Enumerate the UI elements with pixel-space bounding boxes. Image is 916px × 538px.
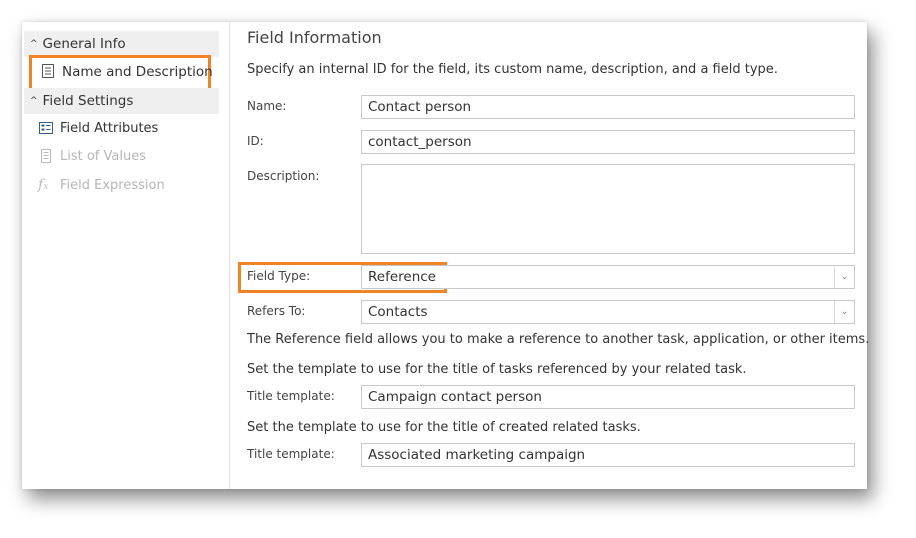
name-input[interactable]: Contact person — [361, 95, 855, 119]
field-settings-dialog: ^ General Info Name and Description ^ Fiel… — [22, 22, 870, 489]
sidebar-item-list-of-values[interactable]: List of Values — [38, 145, 146, 169]
name-label: Name: — [247, 99, 287, 113]
sidebar-group-label: Field Settings — [42, 93, 134, 109]
title-template-2-input[interactable]: Associated marketing campaign — [361, 443, 855, 467]
sidebar-group-general-info[interactable]: ^ General Info — [24, 31, 219, 57]
sidebar-item-name-and-description[interactable]: Name and Description — [40, 60, 213, 84]
list-icon — [41, 148, 51, 163]
title-template-1-label: Title template: — [247, 389, 335, 403]
sidebar-item-label: Field Expression — [60, 178, 165, 193]
refers-to-value: Contacts — [368, 304, 428, 320]
template-note-2: Set the template to use for the title of… — [247, 420, 641, 435]
field-type-select[interactable]: Reference ⌄ — [361, 265, 855, 289]
title-template-1-input[interactable]: Campaign contact person — [361, 385, 855, 409]
intro-text: Specify an internal ID for the field, it… — [247, 62, 778, 77]
caret-up-icon: ^ — [30, 39, 38, 49]
section-title: Field Information — [247, 28, 382, 47]
document-icon — [42, 64, 54, 78]
refers-to-select[interactable]: Contacts ⌄ — [361, 300, 855, 324]
refers-to-label: Refers To: — [247, 304, 306, 318]
chevron-down-icon[interactable]: ⌄ — [834, 266, 854, 288]
sidebar: ^ General Info Name and Description ^ Fiel… — [22, 22, 230, 489]
sidebar-item-field-expression[interactable]: fx Field Expression — [38, 174, 165, 198]
sidebar-group-label: General Info — [42, 36, 126, 52]
sidebar-group-field-settings[interactable]: ^ Field Settings — [24, 88, 219, 114]
reference-note: The Reference field allows you to make a… — [247, 332, 870, 347]
function-icon: fx — [38, 176, 49, 193]
chevron-down-icon[interactable]: ⌄ — [834, 301, 854, 323]
description-label: Description: — [247, 169, 320, 183]
description-textarea[interactable] — [361, 164, 855, 254]
sidebar-item-field-attributes[interactable]: Field Attributes — [38, 117, 158, 141]
template-note-1: Set the template to use for the title of… — [247, 362, 747, 377]
id-label: ID: — [247, 134, 264, 148]
field-type-label: Field Type: — [247, 269, 311, 283]
sidebar-item-label: Field Attributes — [60, 121, 159, 136]
attributes-icon — [39, 121, 53, 134]
sidebar-item-label: List of Values — [60, 149, 146, 164]
sidebar-item-label: Name and Description — [62, 64, 213, 80]
caret-up-icon: ^ — [30, 96, 38, 106]
title-template-2-label: Title template: — [247, 447, 335, 461]
field-type-value: Reference — [368, 269, 436, 285]
id-input[interactable]: contact_person — [361, 130, 855, 154]
main-panel: Field Information Specify an internal ID… — [230, 22, 870, 489]
